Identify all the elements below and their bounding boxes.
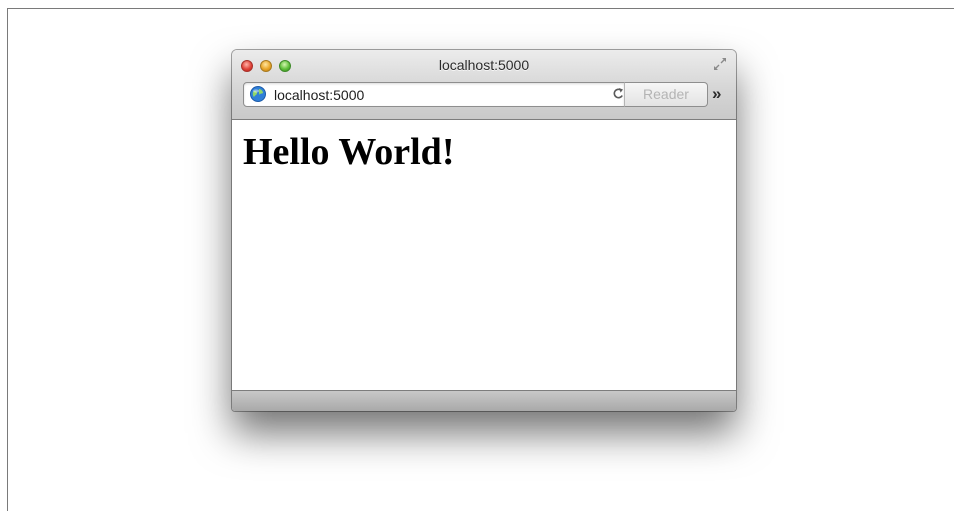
status-bar (232, 390, 736, 411)
browser-toolbar: localhost:5000 Reader » (232, 81, 736, 111)
title-bar: localhost:5000 localhost:5000 Reader » (232, 50, 736, 120)
window-title: localhost:5000 (438, 57, 530, 73)
reload-icon[interactable] (612, 86, 624, 103)
fullscreen-icon[interactable] (713, 57, 727, 71)
reader-button[interactable]: Reader (624, 82, 708, 107)
address-bar[interactable]: localhost:5000 (243, 82, 625, 107)
address-text: localhost:5000 (274, 87, 365, 103)
page-content: Hello World! (232, 120, 736, 390)
browser-window: localhost:5000 localhost:5000 Reader » H… (232, 50, 736, 411)
page-heading: Hello World! (243, 131, 455, 173)
toolbar-overflow-button[interactable]: » (712, 83, 722, 105)
globe-icon (250, 86, 266, 102)
